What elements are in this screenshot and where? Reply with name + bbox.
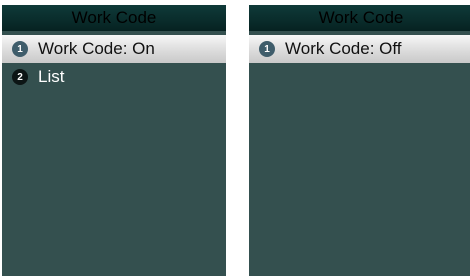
title-bar: Work Code xyxy=(249,5,470,31)
screen-title: Work Code xyxy=(318,8,404,27)
number-2-icon: 2 xyxy=(12,69,28,85)
title-bar: Work Code xyxy=(2,5,226,31)
device-screen-left: Work Code 1 Work Code: On 2 List xyxy=(2,5,226,276)
device-screen-right: Work Code 1 Work Code: Off xyxy=(249,5,470,276)
number-1-icon: 1 xyxy=(259,41,275,57)
menu-item-list[interactable]: 2 List xyxy=(2,63,226,91)
menu-item-label: Work Code: On xyxy=(38,39,155,58)
menu-item-work-code-on[interactable]: 1 Work Code: On xyxy=(2,35,226,63)
menu-item-label: Work Code: Off xyxy=(285,39,402,58)
menu-item-label: List xyxy=(38,67,65,86)
number-1-icon: 1 xyxy=(12,41,28,57)
screen-title: Work Code xyxy=(71,8,157,27)
menu-item-work-code-off[interactable]: 1 Work Code: Off xyxy=(249,35,470,63)
